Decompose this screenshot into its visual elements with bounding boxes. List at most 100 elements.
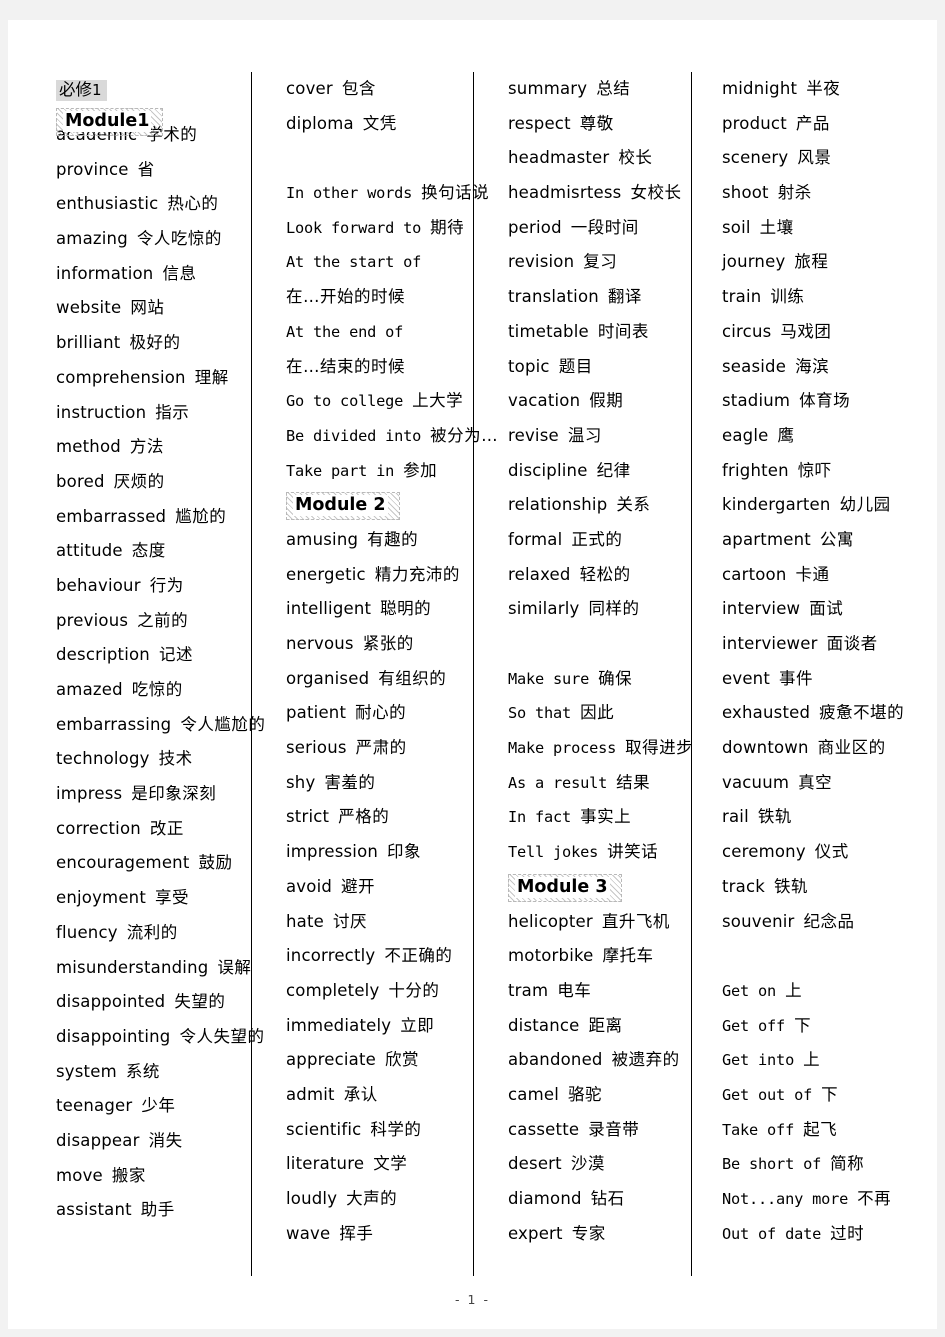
- entry-english: distance: [508, 1015, 580, 1035]
- vocabulary-entry: period 一段时间: [508, 211, 685, 246]
- entry-chinese: 温习: [567, 425, 602, 445]
- vocabulary-column-2: cover 包含 diploma 文凭 In other words 换句话说 Look f…: [251, 72, 498, 1276]
- entry-chinese: 参加: [403, 460, 438, 480]
- entry-chinese: 在…开始的时候: [286, 287, 405, 307]
- entry-chinese: 被遗弃的: [611, 1050, 680, 1070]
- vocabulary-entry: misunderstanding 误解: [56, 951, 251, 986]
- entry-english: comprehension: [56, 367, 186, 387]
- entry-english: interview: [722, 599, 801, 619]
- entry-english: desert: [508, 1154, 562, 1174]
- entry-english: At the end of: [286, 322, 404, 341]
- entry-english: cover: [286, 79, 333, 98]
- entry-chinese: 省: [137, 159, 155, 179]
- entry-english: eagle: [722, 425, 769, 445]
- vocabulary-entry: At the end of: [286, 315, 467, 350]
- entry-chinese: 不再: [857, 1189, 892, 1208]
- vocabulary-entry: incorrectly 不正确的: [286, 939, 467, 974]
- vocabulary-entry: cover 包含: [286, 72, 467, 107]
- vocabulary-entry: energetic 精力充沛的: [286, 558, 467, 593]
- entry-chinese: 方法: [129, 437, 164, 457]
- entry-chinese: 改正: [149, 818, 184, 838]
- entry-english: vacation: [508, 391, 581, 411]
- entry-chinese: 面试: [809, 599, 844, 619]
- entry-english: wave: [286, 1223, 331, 1243]
- entry-chinese: 上: [785, 980, 803, 1000]
- entry-chinese: 是印象深刻: [131, 784, 217, 804]
- entry-chinese: 真空: [798, 772, 833, 792]
- entry-english: revision: [508, 252, 575, 272]
- entry-english: soil: [722, 217, 751, 237]
- vocabulary-entry: embarrassing 令人尴尬的: [56, 708, 265, 743]
- vocabulary-entry: method 方法: [56, 430, 245, 465]
- vocabulary-entry: journey 旅程: [722, 245, 931, 280]
- entry-chinese: 旅程: [794, 252, 829, 272]
- entry-chinese: 风景: [797, 148, 832, 168]
- entry-chinese: 骆驼: [568, 1084, 602, 1104]
- entry-english: In fact: [508, 808, 572, 827]
- entry-english: impress: [56, 784, 123, 804]
- vocabulary-entry: souvenir 纪念品: [722, 905, 931, 940]
- entry-chinese: 有组织的: [378, 668, 447, 688]
- entry-chinese: 面谈者: [826, 634, 878, 653]
- entry-english: impression: [286, 842, 379, 862]
- entry-english: formal: [508, 529, 563, 549]
- entry-chinese: 起飞: [803, 1119, 838, 1139]
- entry-english: encouragement: [56, 853, 190, 873]
- vocabulary-entry: As a result 结果: [508, 766, 685, 801]
- entry-chinese: 假期: [589, 391, 624, 411]
- entry-english: embarrassing: [56, 714, 172, 734]
- vocabulary-entry: 在…结束的时候: [286, 350, 467, 385]
- vocabulary-entry: information 信息: [56, 257, 245, 292]
- entry-chinese: 在…结束的时候: [286, 356, 405, 376]
- entry-chinese: 事实上: [580, 807, 632, 827]
- entry-english: previous: [56, 610, 129, 630]
- entry-english: energetic: [286, 564, 366, 584]
- entry-chinese: 搬家: [111, 1165, 146, 1185]
- entry-english: Make process: [508, 739, 617, 758]
- entry-chinese: 行为: [149, 575, 184, 595]
- vocabulary-entry: literature 文学: [286, 1147, 467, 1182]
- entry-chinese: 热心的: [167, 194, 219, 214]
- vocabulary-entry: organised 有组织的: [286, 662, 467, 697]
- entry-english: shy: [286, 772, 316, 792]
- entry-english: behaviour: [56, 575, 141, 595]
- entry-chinese: 电车: [557, 980, 592, 1000]
- vocabulary-entry: formal 正式的: [508, 523, 685, 558]
- entry-english: amazed: [56, 680, 123, 699]
- vocabulary-entry: strict 严格的: [286, 800, 467, 835]
- entry-english: respect: [508, 113, 571, 133]
- vocabulary-entry: Tell jokes 讲笑话: [508, 835, 685, 870]
- vocabulary-entry: technology 技术: [56, 742, 245, 777]
- entry-chinese: 享受: [155, 888, 190, 908]
- vocabulary-entry: 在…开始的时候: [286, 280, 467, 315]
- entry-chinese: 承认: [343, 1084, 378, 1104]
- entry-chinese: 系统: [125, 1061, 160, 1081]
- vocabulary-entry: soil 土壤: [722, 211, 931, 246]
- entry-chinese: 耐心的: [355, 703, 407, 723]
- entry-chinese: 时间表: [597, 321, 649, 341]
- entry-chinese: 商业区的: [817, 738, 886, 758]
- entry-english: loudly: [286, 1189, 338, 1208]
- entry-english: helicopter: [508, 911, 593, 931]
- entry-english: midnight: [722, 79, 798, 98]
- entry-english: amazing: [56, 229, 128, 249]
- entry-chinese: 钻石: [590, 1189, 625, 1208]
- vocabulary-entry: tram 电车: [508, 974, 685, 1009]
- entry-chinese: 仪式: [814, 842, 849, 862]
- entry-chinese: 公寓: [819, 529, 854, 549]
- vocabulary-entry: distance 距离: [508, 1009, 685, 1044]
- book-label: 必修1: [56, 80, 107, 101]
- entry-chinese: 鹰: [777, 425, 795, 445]
- entry-english: Make sure: [508, 669, 590, 688]
- entry-chinese: 十分的: [388, 980, 440, 1000]
- entry-english: organised: [286, 668, 370, 688]
- entry-english: diploma: [286, 113, 354, 133]
- vocabulary-entry: hate 讨厌: [286, 905, 467, 940]
- entry-english: exhausted: [722, 703, 811, 723]
- vocabulary-entry: patient 耐心的: [286, 696, 467, 731]
- vocabulary-entry: teenager 少年: [56, 1089, 245, 1124]
- entry-chinese: 土壤: [759, 217, 794, 237]
- entry-chinese: 轻松的: [579, 564, 631, 584]
- entry-english: Out of date: [722, 1224, 822, 1243]
